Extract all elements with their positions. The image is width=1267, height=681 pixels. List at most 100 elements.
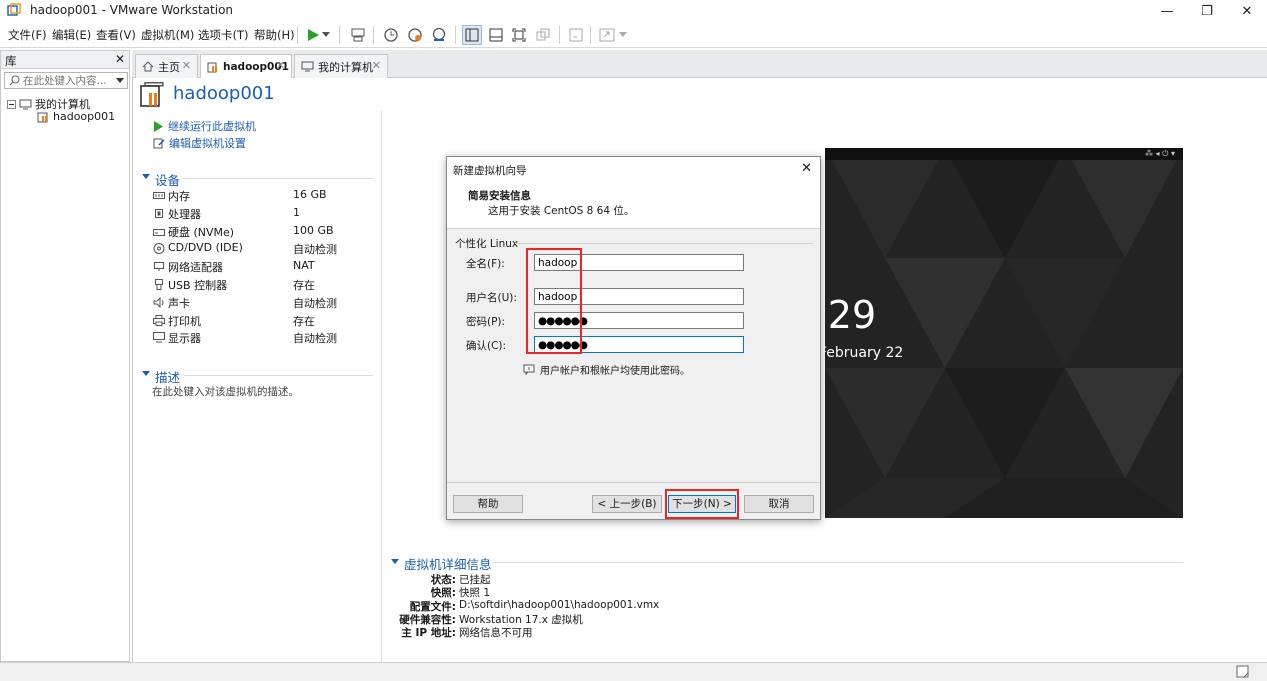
dialog-button-divider	[447, 482, 820, 483]
library-header: 库 ✕	[1, 51, 129, 69]
vm-icon	[207, 61, 219, 73]
disk-icon	[153, 226, 165, 237]
device-name: 处理器	[168, 207, 201, 221]
password-label: 密码(P):	[466, 316, 506, 328]
menu-file[interactable]: 文件(F)	[8, 27, 47, 43]
device-row[interactable]: 显示器 自动检测	[153, 330, 363, 347]
tab-home-label: 主页	[158, 60, 180, 74]
tree-item-hadoop001[interactable]: hadoop001	[37, 110, 115, 123]
library-search-input[interactable]	[23, 74, 113, 87]
menu-vm[interactable]: 虚拟机(M)	[141, 27, 194, 43]
toolbar-separator	[297, 26, 298, 44]
dialog-close-icon[interactable]: ✕	[801, 161, 812, 176]
cd-icon	[153, 243, 165, 255]
unity-icon[interactable]	[533, 25, 553, 45]
device-row[interactable]: 硬盘 (NVMe) 100 GB	[153, 224, 363, 241]
tab-hadoop001[interactable]: hadoop001 ✕	[200, 54, 292, 79]
description-placeholder[interactable]: 在此处键入对该虚拟机的描述。	[152, 384, 299, 399]
status-bar	[0, 662, 1267, 681]
resume-vm-label: 继续运行此虚拟机	[168, 120, 256, 133]
device-row[interactable]: 处理器 1	[153, 206, 363, 223]
details-section-title: 虚拟机详细信息	[404, 557, 492, 572]
menu-tabs[interactable]: 选项卡(T)	[198, 27, 249, 43]
search-dropdown-icon[interactable]	[116, 78, 124, 83]
dialog-heading: 简易安装信息	[468, 190, 531, 202]
tab-home-close-icon[interactable]: ✕	[182, 59, 191, 72]
new-vm-wizard-dialog: 新建虚拟机向导 ✕ 简易安装信息 这用于安装 CentOS 8 64 位。 个性…	[446, 156, 821, 520]
device-row[interactable]: 网络适配器 NAT	[153, 259, 363, 276]
stretch-dropdown-icon[interactable]	[617, 25, 629, 45]
computer-icon	[19, 99, 32, 110]
details-collapse-icon[interactable]	[391, 559, 399, 565]
snapshot-manager-icon[interactable]	[429, 25, 449, 45]
cancel-button[interactable]: 取消	[744, 495, 814, 513]
description-collapse-icon[interactable]	[142, 371, 150, 377]
vm-screen-preview[interactable]: ⁂ ◂ ⏻ ▾ :29 February 22	[825, 148, 1183, 518]
guest-lock-clock: :29	[825, 293, 877, 337]
tab-hadoop001-close-icon[interactable]: ✕	[276, 59, 285, 72]
menu-help[interactable]: 帮助(H)	[254, 27, 295, 43]
vmware-app-icon	[7, 3, 21, 17]
menu-edit[interactable]: 编辑(E)	[52, 27, 91, 43]
guest-top-bar: ⁂ ◂ ⏻ ▾	[825, 148, 1183, 160]
power-dropdown-icon[interactable]	[320, 25, 332, 45]
search-icon	[9, 75, 20, 86]
device-value: 自动检测	[293, 296, 337, 310]
username-label: 用户名(U):	[466, 292, 517, 304]
devices-collapse-icon[interactable]	[142, 174, 150, 180]
snapshot-icon[interactable]	[381, 25, 401, 45]
info-comment-icon	[523, 364, 535, 375]
library-panel: 库 ✕ 我的计算机 hadoop001	[0, 50, 130, 662]
device-value: 1	[293, 205, 300, 219]
password-note-text: 用户帐户和根帐户均使用此密码。	[540, 366, 690, 377]
device-value: 16 GB	[293, 188, 327, 201]
title-bar: hadoop001 - VMware Workstation — ❐ ✕	[0, 0, 1267, 22]
sound-icon	[153, 296, 165, 308]
close-window-button[interactable]: ✕	[1227, 0, 1267, 22]
highlight-box-next	[665, 489, 739, 519]
tab-my-computer[interactable]: 我的计算机 ✕	[294, 54, 388, 78]
vm-large-icon	[139, 82, 165, 108]
help-button[interactable]: 帮助	[453, 495, 523, 513]
revert-snapshot-icon[interactable]	[405, 25, 425, 45]
network-icon	[153, 261, 165, 272]
display-icon	[153, 332, 165, 343]
device-row[interactable]: 打印机 存在	[153, 313, 363, 330]
tab-home[interactable]: 主页 ✕	[135, 54, 198, 78]
minimize-button[interactable]: —	[1147, 0, 1187, 22]
library-search-box[interactable]	[4, 72, 128, 89]
toolbar-separator	[559, 26, 560, 44]
show-thumbnail-bar-icon[interactable]	[486, 25, 506, 45]
menu-view[interactable]: 查看(V)	[96, 27, 136, 43]
group-divider	[515, 243, 813, 244]
device-name: CD/DVD (IDE)	[168, 241, 243, 255]
device-name: 显示器	[168, 332, 201, 346]
library-close-icon[interactable]: ✕	[115, 52, 125, 66]
tab-my-computer-close-icon[interactable]: ✕	[372, 59, 381, 72]
tree-label-hadoop001: hadoop001	[53, 110, 116, 123]
back-button[interactable]: < 上一步(B)	[592, 495, 662, 513]
password-note: 用户帐户和根帐户均使用此密码。	[523, 362, 690, 377]
tab-strip: 主页 ✕ hadoop001 ✕ 我的计算机 ✕	[132, 50, 1267, 79]
device-row[interactable]: 内存 16 GB	[153, 188, 363, 205]
dialog-title-bar: 新建虚拟机向导 ✕	[447, 157, 820, 181]
maximize-button[interactable]: ❐	[1187, 0, 1227, 22]
device-row[interactable]: 声卡 自动检测	[153, 295, 363, 312]
console-view-icon[interactable]	[566, 25, 586, 45]
full-screen-icon[interactable]	[509, 25, 529, 45]
confirm-password-label: 确认(C):	[466, 340, 507, 352]
edit-vm-settings-link[interactable]: 编辑虚拟机设置	[153, 135, 246, 151]
toolbar-separator	[373, 26, 374, 44]
device-value: 存在	[293, 314, 315, 328]
device-row[interactable]: USB 控制器 存在	[153, 277, 363, 294]
send-ctrl-alt-del-icon[interactable]	[348, 25, 368, 45]
stretch-guest-icon[interactable]	[597, 25, 617, 45]
show-library-icon[interactable]	[462, 25, 482, 45]
collapse-box-icon[interactable]	[7, 99, 16, 109]
processor-icon	[153, 208, 165, 219]
message-log-icon[interactable]	[1236, 665, 1249, 678]
device-row[interactable]: CD/DVD (IDE) 自动检测	[153, 241, 363, 258]
resume-vm-link[interactable]: 继续运行此虚拟机	[153, 118, 256, 134]
computer-icon	[301, 61, 314, 72]
detail-key: 主 IP 地址:	[401, 627, 456, 640]
